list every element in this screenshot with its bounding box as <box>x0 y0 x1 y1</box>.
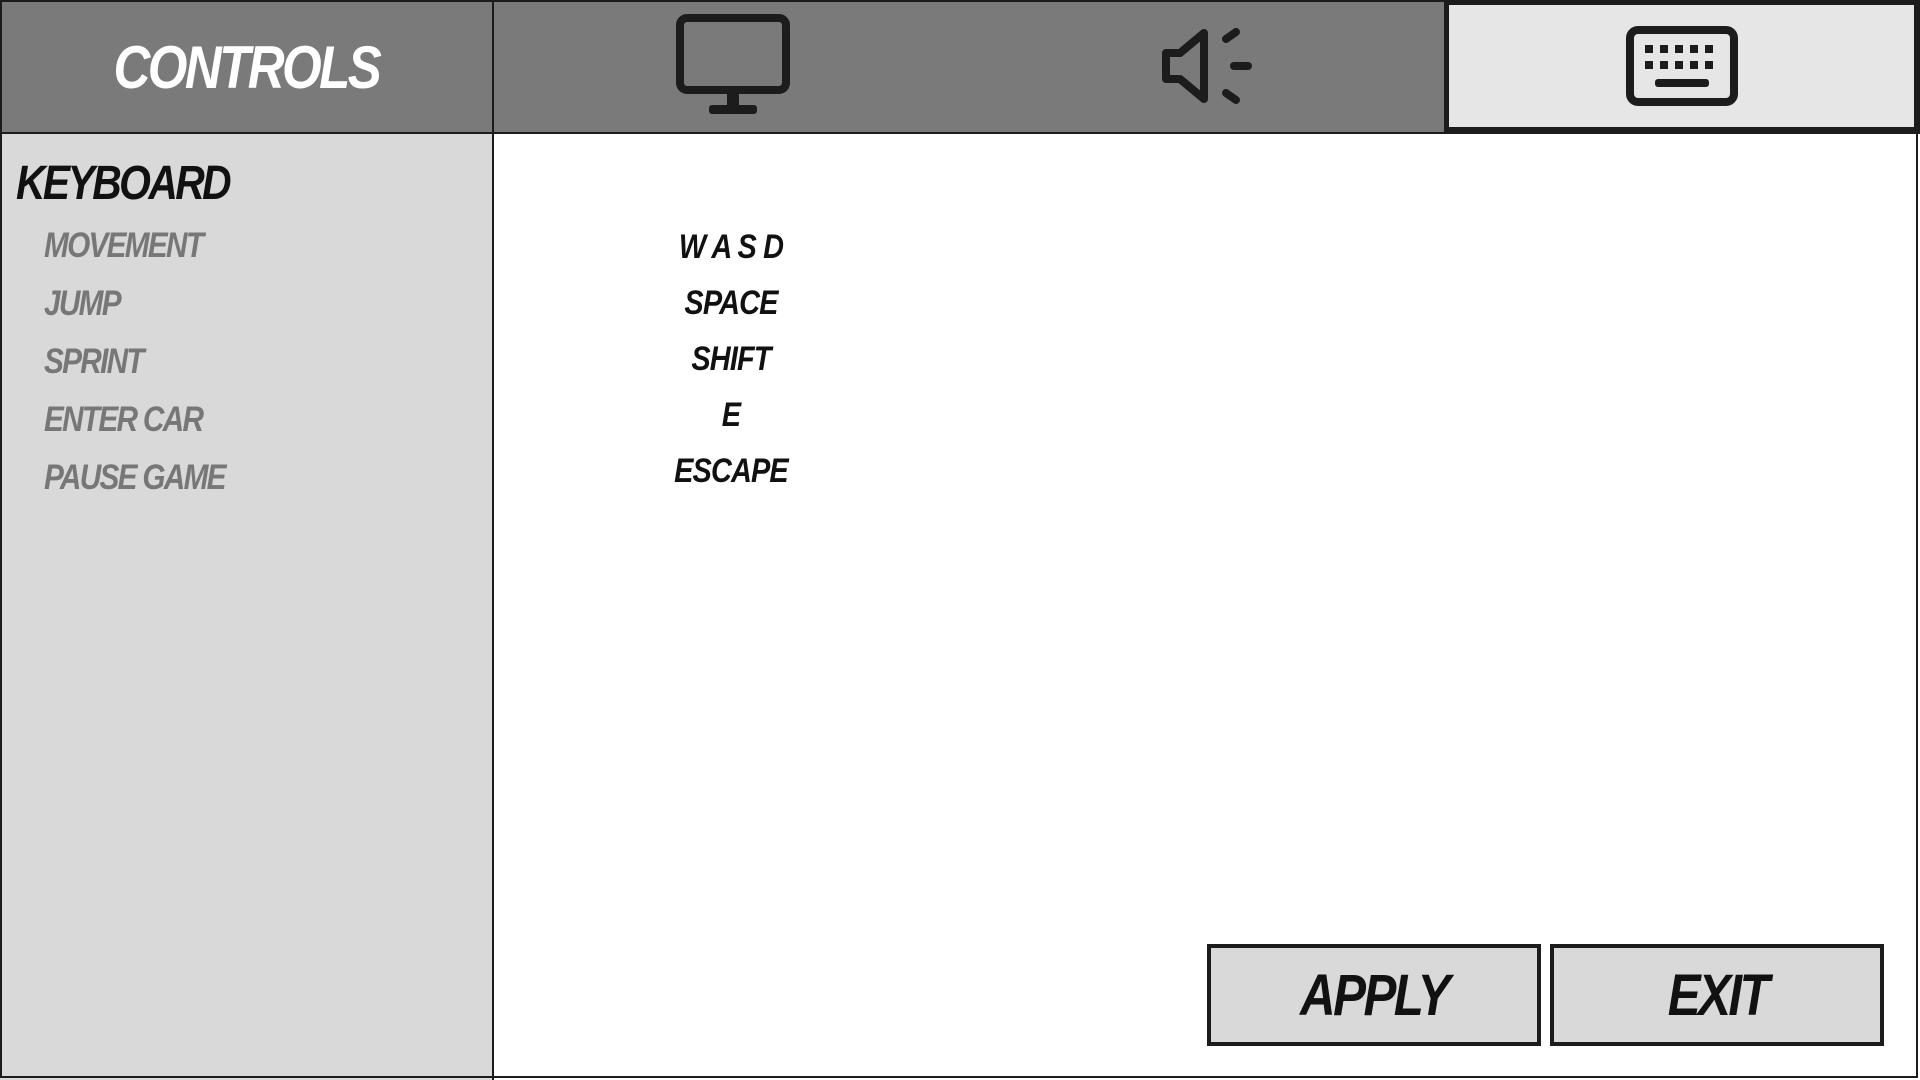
window-frame <box>0 0 1918 1078</box>
